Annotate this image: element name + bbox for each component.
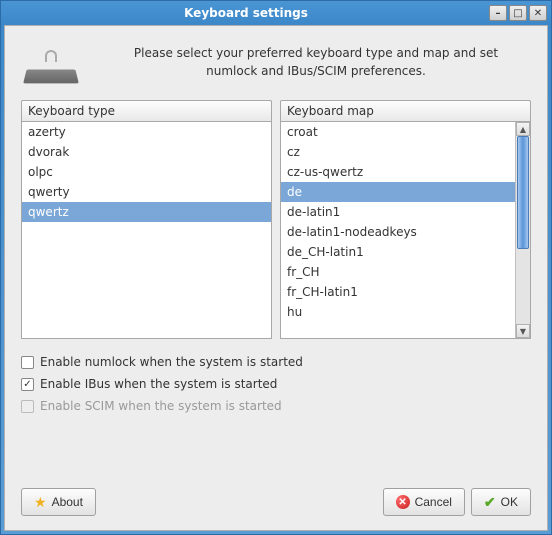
list-item[interactable]: dvorak (22, 142, 271, 162)
scim-checkbox-row: Enable SCIM when the system is started (21, 395, 531, 417)
keyboard-map-scrollbar[interactable]: ▲ ▼ (515, 122, 530, 338)
ok-button[interactable]: ✔ OK (471, 488, 531, 516)
keyboard-map-panel: Keyboard map croatczcz-us-qwertzdede-lat… (280, 100, 531, 339)
keyboard-map-list[interactable]: croatczcz-us-qwertzdede-latin1de-latin1-… (280, 121, 531, 339)
list-item[interactable]: olpc (22, 162, 271, 182)
scim-label: Enable SCIM when the system is started (40, 399, 282, 413)
ibus-checkbox-row[interactable]: Enable IBus when the system is started (21, 373, 531, 395)
numlock-checkbox-row[interactable]: Enable numlock when the system is starte… (21, 351, 531, 373)
keyboard-map-header: Keyboard map (280, 100, 531, 121)
checkbox-group: Enable numlock when the system is starte… (21, 351, 531, 417)
list-item[interactable]: azerty (22, 122, 271, 142)
keyboard-type-list[interactable]: azertydvorakolpcqwertyqwertz (21, 121, 272, 339)
ibus-label: Enable IBus when the system is started (40, 377, 277, 391)
list-item[interactable]: de-latin1 (281, 202, 515, 222)
dialog-buttons: ★ About ✕ Cancel ✔ OK (21, 488, 531, 516)
numlock-label: Enable numlock when the system is starte… (40, 355, 303, 369)
titlebar: Keyboard settings – □ ✕ (1, 1, 551, 25)
about-button[interactable]: ★ About (21, 488, 96, 516)
scroll-thumb[interactable] (517, 136, 529, 249)
scroll-down-icon[interactable]: ▼ (516, 324, 530, 338)
content-area: Please select your preferred keyboard ty… (4, 25, 548, 531)
about-label: About (52, 495, 83, 509)
minimize-button[interactable]: – (489, 5, 507, 21)
list-item[interactable]: de-latin1-nodeadkeys (281, 222, 515, 242)
list-item[interactable]: fr_CH-latin1 (281, 282, 515, 302)
list-item[interactable]: hu (281, 302, 515, 322)
list-item[interactable]: qwertz (22, 202, 271, 222)
instructions-text: Please select your preferred keyboard ty… (101, 40, 531, 80)
keyboard-settings-window: Keyboard settings – □ ✕ Please select yo… (0, 0, 552, 535)
keyboard-icon (21, 44, 81, 84)
numlock-checkbox[interactable] (21, 356, 34, 369)
keyboard-type-panel: Keyboard type azertydvorakolpcqwertyqwer… (21, 100, 272, 339)
list-item[interactable]: croat (281, 122, 515, 142)
window-title: Keyboard settings (5, 6, 487, 20)
star-icon: ★ (34, 494, 47, 511)
check-icon: ✔ (484, 494, 496, 511)
scim-checkbox (21, 400, 34, 413)
ibus-checkbox[interactable] (21, 378, 34, 391)
cancel-icon: ✕ (396, 495, 410, 509)
list-item[interactable]: fr_CH (281, 262, 515, 282)
list-item[interactable]: cz-us-qwertz (281, 162, 515, 182)
cancel-button[interactable]: ✕ Cancel (383, 488, 465, 516)
lists-row: Keyboard type azertydvorakolpcqwertyqwer… (21, 100, 531, 339)
ok-label: OK (501, 495, 518, 509)
maximize-button[interactable]: □ (509, 5, 527, 21)
keyboard-type-header: Keyboard type (21, 100, 272, 121)
list-item[interactable]: de (281, 182, 515, 202)
scroll-track[interactable] (516, 136, 530, 324)
list-item[interactable]: cz (281, 142, 515, 162)
cancel-label: Cancel (415, 495, 452, 509)
list-item[interactable]: de_CH-latin1 (281, 242, 515, 262)
scroll-up-icon[interactable]: ▲ (516, 122, 530, 136)
close-button[interactable]: ✕ (529, 5, 547, 21)
list-item[interactable]: qwerty (22, 182, 271, 202)
header-row: Please select your preferred keyboard ty… (21, 40, 531, 84)
